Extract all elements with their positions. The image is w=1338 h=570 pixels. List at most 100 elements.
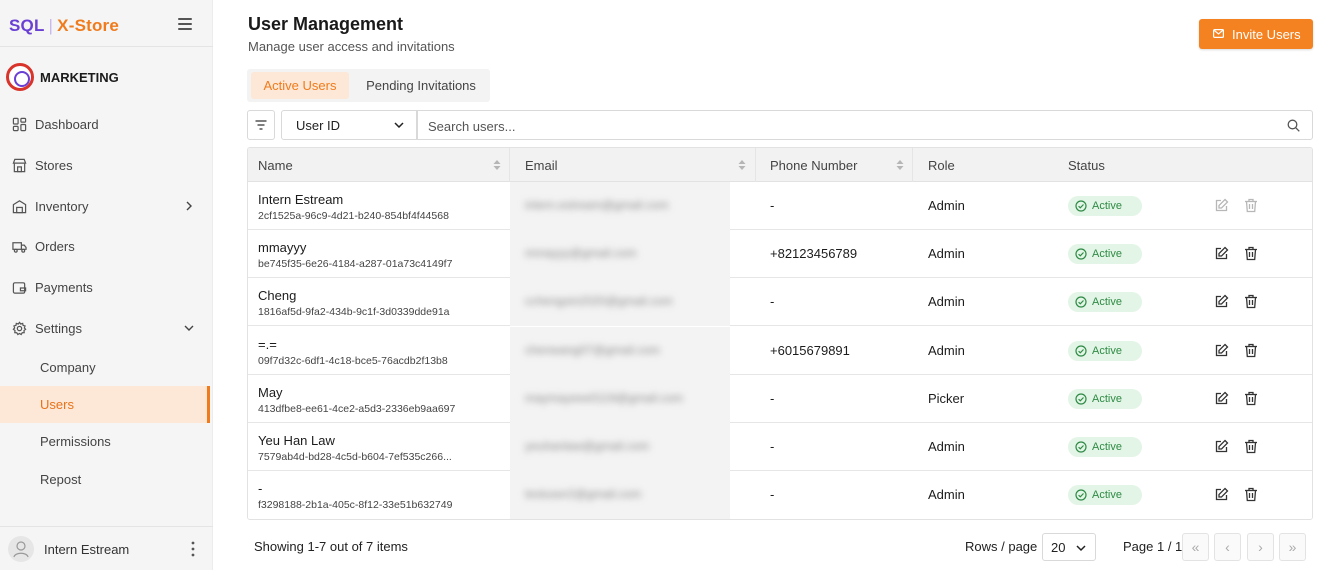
current-user[interactable]: Intern Estream	[0, 526, 213, 570]
org-switcher[interactable]: MARKETING	[6, 63, 206, 91]
more-vertical-icon[interactable]	[190, 541, 196, 557]
app-logo[interactable]: SQL | X-Store	[9, 16, 119, 36]
trash-icon[interactable]	[1244, 343, 1258, 358]
invite-users-button[interactable]: Invite Users	[1199, 19, 1313, 49]
sidebar-subitem-repost[interactable]: Repost	[0, 461, 210, 498]
filter-button[interactable]	[247, 110, 275, 140]
user-name-cell: Yeu Han Law	[258, 433, 335, 448]
phone-cell: -	[770, 439, 775, 454]
user-name-cell: -	[258, 481, 263, 497]
prev-page-button[interactable]: ‹	[1214, 533, 1241, 561]
sidebar: SQL | X-Store MARKETING Dashboard Stores I…	[0, 0, 213, 570]
menu-toggle-icon[interactable]	[178, 18, 192, 30]
sidebar-item-orders[interactable]: Orders	[0, 228, 212, 264]
column-divider[interactable]	[509, 148, 510, 182]
column-header-name[interactable]: Name	[258, 158, 293, 173]
user-name-cell: Cheng	[258, 288, 297, 304]
edit-icon[interactable]	[1214, 439, 1229, 454]
tab-label: Pending Invitations	[366, 78, 476, 93]
table-row[interactable]: mmayyy be745f35-6e26-4184-a287-01a73c4149…	[248, 230, 1312, 279]
next-page-icon: ›	[1258, 539, 1263, 555]
role-cell: Admin	[928, 198, 965, 213]
sidebar-subitem-label: Users	[40, 397, 74, 412]
role-cell: Admin	[928, 487, 965, 503]
trash-icon[interactable]	[1244, 487, 1258, 502]
edit-icon[interactable]	[1214, 246, 1229, 261]
user-id-cell: f3298188-2b1a-405c-8f12-33e51b632749	[258, 499, 453, 512]
edit-icon[interactable]	[1214, 487, 1229, 502]
table-row[interactable]: Yeu Han Law 7579ab4d-bd28-4c5d-b604-7ef53…	[248, 423, 1312, 471]
check-circle-icon	[1075, 441, 1087, 453]
search-box	[417, 110, 1313, 140]
trash-icon[interactable]	[1244, 198, 1258, 213]
check-circle-icon	[1075, 344, 1087, 357]
edit-icon[interactable]	[1214, 294, 1229, 309]
status-badge: Active	[1068, 340, 1142, 361]
column-divider[interactable]	[912, 148, 913, 182]
next-page-button[interactable]: ›	[1247, 533, 1274, 561]
status-label: Active	[1092, 248, 1122, 261]
sidebar-subitem-users[interactable]: Users	[0, 386, 210, 423]
trash-icon[interactable]	[1244, 294, 1258, 309]
table-row[interactable]: - f3298188-2b1a-405c-8f12-33e51b632749 tes…	[248, 471, 1312, 519]
email-cell: testuser2@gmail.com	[510, 471, 730, 519]
rows-per-page-select[interactable]: 20	[1042, 533, 1096, 561]
edit-icon[interactable]	[1214, 391, 1229, 406]
tab-pending-invitations[interactable]: Pending Invitations	[357, 72, 485, 99]
column-header-email[interactable]: Email	[525, 158, 558, 173]
status-label: Active	[1092, 344, 1122, 357]
search-field-select[interactable]: User ID	[281, 110, 417, 140]
inventory-icon	[12, 200, 27, 214]
status-badge: Active	[1068, 437, 1142, 457]
table-row[interactable]: Cheng 1816af5d-9fa2-434b-9c1f-3d0339dde91…	[248, 278, 1312, 327]
search-input[interactable]	[428, 117, 1268, 135]
chevron-right-icon	[186, 201, 192, 211]
edit-icon[interactable]	[1214, 343, 1229, 358]
trash-icon[interactable]	[1244, 391, 1258, 406]
sidebar-item-label: Payments	[35, 280, 93, 295]
search-field-value: User ID	[296, 118, 341, 133]
edit-icon[interactable]	[1214, 198, 1229, 213]
table-row[interactable]: =.= 09f7d32c-6df1-4c18-bce5-76acdb2f13b8 c…	[248, 326, 1312, 375]
tab-active-users[interactable]: Active Users	[251, 72, 349, 99]
sort-icon[interactable]	[896, 160, 904, 170]
payment-icon	[12, 282, 27, 294]
sort-icon[interactable]	[738, 160, 746, 170]
org-logo	[6, 63, 34, 91]
filter-icon	[255, 120, 267, 130]
user-name-cell: May	[258, 384, 283, 400]
email-value: maymayeee0119@gmail.com	[525, 390, 684, 405]
email-cell: maymayeee0119@gmail.com	[510, 374, 730, 423]
trash-icon[interactable]	[1244, 246, 1258, 261]
column-header-phone[interactable]: Phone Number	[770, 158, 857, 173]
sidebar-item-payments[interactable]: Payments	[0, 269, 212, 305]
sidebar-item-stores[interactable]: Stores	[0, 147, 212, 183]
status-label: Active	[1092, 296, 1122, 309]
sidebar-subitem-company[interactable]: Company	[0, 349, 210, 386]
brand-header: SQL | X-Store	[0, 0, 213, 47]
email-value: yeuhanlaw@gmail.com	[525, 439, 650, 453]
email-cell: mmayyy@gmail.com	[510, 230, 730, 279]
table-row[interactable]: May 413dfbe8-ee61-4ce2-a5d3-2336eb9aa697 m…	[248, 374, 1312, 423]
role-cell: Admin	[928, 439, 965, 454]
table-row[interactable]: Intern Estream 2cf1525a-96c9-4d21-b240-85…	[248, 182, 1312, 230]
user-id-cell: 09f7d32c-6df1-4c18-bce5-76acdb2f13b8	[258, 354, 448, 367]
email-cell: cchengxin2020@gmail.com	[510, 278, 730, 327]
search-icon[interactable]	[1287, 119, 1300, 132]
sidebar-subitem-permissions[interactable]: Permissions	[0, 423, 210, 460]
email-value: intern.estream@gmail.com	[525, 198, 669, 212]
sidebar-item-dashboard[interactable]: Dashboard	[0, 106, 212, 142]
status-badge: Active	[1068, 244, 1142, 265]
chevron-down-icon	[394, 122, 404, 129]
page-title: User Management	[248, 14, 404, 34]
email-cell: chenwang07@gmail.com	[510, 326, 730, 375]
trash-icon[interactable]	[1244, 439, 1258, 454]
first-page-button[interactable]: «	[1182, 533, 1209, 561]
sidebar-item-settings[interactable]: Settings	[0, 310, 212, 346]
sort-icon[interactable]	[493, 160, 501, 170]
last-page-button[interactable]: »	[1279, 533, 1306, 561]
column-header-role: Role	[928, 158, 955, 173]
main-content: User Management Manage user access and i…	[213, 0, 1338, 570]
column-divider[interactable]	[755, 148, 756, 182]
sidebar-item-inventory[interactable]: Inventory	[0, 188, 212, 224]
